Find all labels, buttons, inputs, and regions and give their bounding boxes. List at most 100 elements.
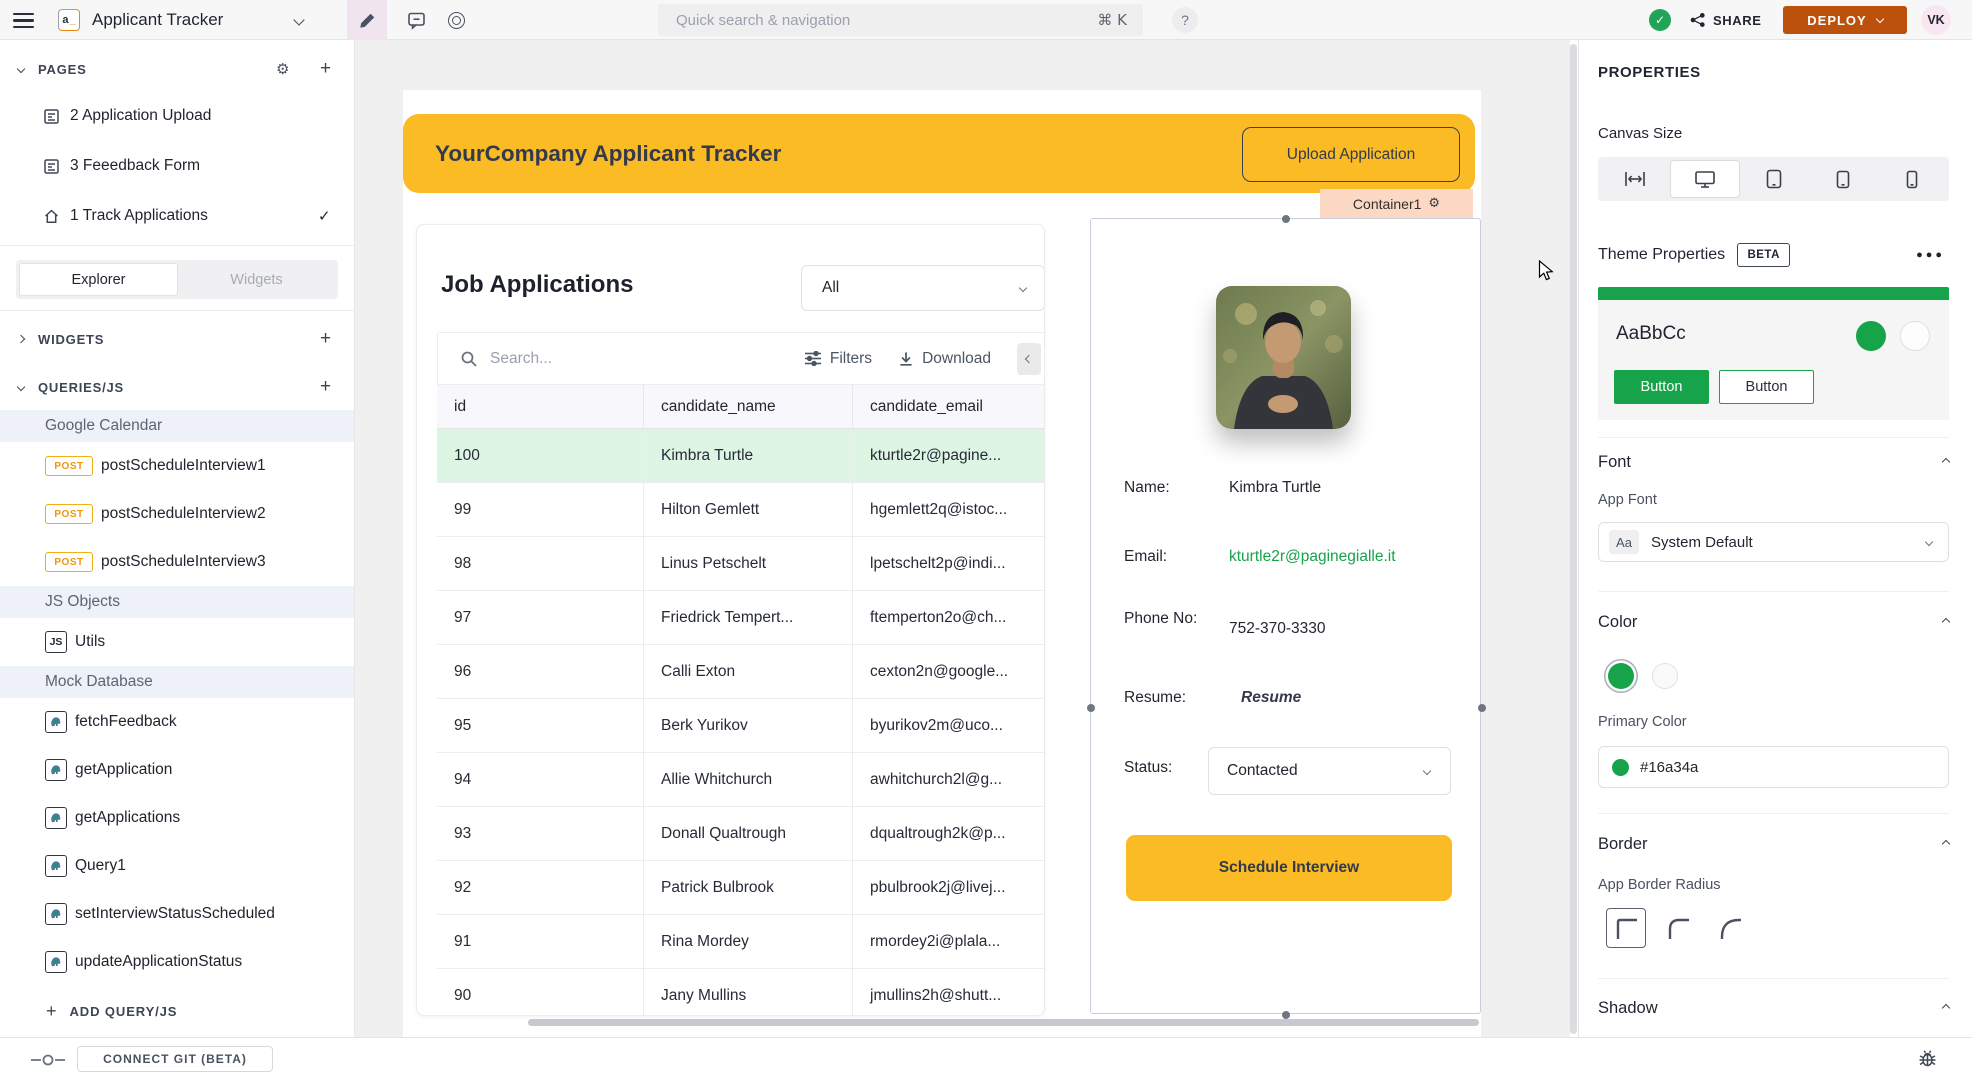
- app-title[interactable]: Applicant Tracker: [92, 0, 223, 40]
- canvas-horizontal-scrollbar[interactable]: [528, 1019, 1479, 1026]
- selected-widget-badge[interactable]: Container1 ⚙: [1320, 189, 1473, 218]
- sidebar-page-item[interactable]: 1 Track Applications ✓: [0, 191, 354, 241]
- sidebar-page-item[interactable]: 2 Application Upload ✓: [0, 91, 354, 141]
- widget-settings-gear-icon[interactable]: ⚙: [1428, 196, 1440, 211]
- deploy-button[interactable]: DEPLOY: [1783, 6, 1907, 34]
- add-query-js-button[interactable]: + ADD QUERY/JS: [0, 986, 354, 1036]
- user-avatar[interactable]: VK: [1921, 5, 1951, 35]
- pages-settings-gear-icon[interactable]: ⚙: [276, 60, 289, 78]
- query-tree-item[interactable]: Mock Database: [0, 666, 354, 698]
- tab-widgets[interactable]: Widgets: [178, 263, 335, 296]
- query-tree-item[interactable]: JS JS Utils: [0, 618, 354, 666]
- status-select[interactable]: Contacted: [1208, 747, 1451, 795]
- primary-color-field[interactable]: #16a34a: [1598, 746, 1949, 788]
- download-button[interactable]: Download: [898, 350, 991, 368]
- header-banner-widget[interactable]: YourCompany Applicant Tracker Upload App…: [403, 114, 1475, 193]
- table-row[interactable]: 96 Calli Exton cexton2n@google...: [437, 645, 1045, 699]
- menu-icon[interactable]: [13, 13, 34, 28]
- table-row[interactable]: 100 Kimbra Turtle kturtle2r@pagine...: [437, 429, 1045, 483]
- color-collapse-chevron-up-icon[interactable]: [1942, 618, 1950, 626]
- table-row[interactable]: 99 Hilton Gemlett hgemlett2q@istoc...: [437, 483, 1045, 537]
- font-collapse-chevron-up-icon[interactable]: [1942, 458, 1950, 466]
- color-section-header[interactable]: Color: [1598, 610, 1949, 634]
- sidebar-page-item[interactable]: 3 Feeedback Form ✓: [0, 141, 354, 191]
- query-tree-item[interactable]: getApplications: [0, 794, 354, 842]
- pages-section-header[interactable]: PAGES ⚙ +: [0, 53, 354, 85]
- canvas-size-tablet-large-button[interactable]: [1740, 160, 1809, 198]
- email-link[interactable]: kturtle2r@paginegialle.it: [1229, 546, 1396, 568]
- query-tree-item[interactable]: updateApplicationStatus: [0, 938, 354, 986]
- resize-handle-left[interactable]: [1087, 704, 1095, 712]
- table-row[interactable]: 97 Friedrick Tempert... ftemperton2o@ch.…: [437, 591, 1045, 645]
- secondary-color-swatch[interactable]: [1652, 663, 1678, 689]
- canvas-vertical-scrollbar[interactable]: [1570, 44, 1577, 1034]
- job-applications-table-widget[interactable]: Job Applications All Filters: [416, 224, 1045, 1016]
- font-section-header[interactable]: Font: [1598, 450, 1949, 474]
- edit-mode-button[interactable]: [347, 0, 387, 40]
- theme-primary-swatch[interactable]: [1856, 321, 1886, 351]
- theme-preview-card[interactable]: AaBbCc Button Button: [1598, 287, 1949, 420]
- canvas-size-fluid-button[interactable]: [1601, 160, 1670, 198]
- pages-chevron-down-icon[interactable]: [17, 65, 25, 73]
- app-title-chevron-down-icon[interactable]: [293, 14, 304, 25]
- query-tree-item[interactable]: Query1: [0, 842, 354, 890]
- table-row[interactable]: 93 Donall Qualtrough dqualtrough2k@p...: [437, 807, 1045, 861]
- queries-section-header[interactable]: QUERIES/JS +: [0, 371, 354, 403]
- table-row[interactable]: 90 Jany Mullins jmullins2h@shutt...: [437, 969, 1045, 1016]
- column-header-candidate-name[interactable]: candidate_name: [644, 385, 853, 428]
- query-tree-item[interactable]: getApplication: [0, 746, 354, 794]
- table-row[interactable]: 92 Patrick Bulbrook pbulbrook2j@livej...: [437, 861, 1045, 915]
- query-tree-item[interactable]: POST POST postScheduleInterview3: [0, 538, 354, 586]
- table-row[interactable]: 91 Rina Mordey rmordey2i@plala...: [437, 915, 1045, 969]
- border-radius-large-button[interactable]: [1710, 908, 1750, 948]
- queries-chevron-down-icon[interactable]: [17, 383, 25, 391]
- table-search-input[interactable]: [490, 350, 804, 368]
- tab-explorer[interactable]: Explorer: [19, 263, 178, 296]
- query-tree-item[interactable]: POST POST postScheduleInterview1: [0, 442, 354, 490]
- canvas-size-mobile-button[interactable]: [1877, 160, 1946, 198]
- editor-canvas[interactable]: YourCompany Applicant Tracker Upload App…: [355, 40, 1570, 1037]
- shadow-collapse-chevron-up-icon[interactable]: [1942, 1004, 1950, 1012]
- primary-color-swatch[interactable]: [1608, 663, 1634, 689]
- table-row[interactable]: 94 Allie Whitchurch awhitchurch2l@g...: [437, 753, 1045, 807]
- schedule-interview-button[interactable]: Schedule Interview: [1126, 835, 1452, 901]
- theme-menu-button[interactable]: ●●●: [1916, 249, 1945, 261]
- upload-application-button[interactable]: Upload Application: [1242, 127, 1460, 182]
- widgets-chevron-right-icon[interactable]: [17, 335, 25, 343]
- column-header-id[interactable]: id: [437, 385, 644, 428]
- app-logo-icon[interactable]: a_: [58, 9, 80, 31]
- query-tree-item[interactable]: Google Calendar: [0, 410, 354, 442]
- quick-search-input[interactable]: [658, 12, 1097, 29]
- add-query-plus-button[interactable]: +: [320, 376, 331, 398]
- quick-search[interactable]: ⌘ K: [658, 4, 1143, 36]
- query-tree-item[interactable]: POST POST postScheduleInterview2: [0, 490, 354, 538]
- add-widget-button[interactable]: +: [320, 328, 331, 350]
- table-row[interactable]: 95 Berk Yurikov byurikov2m@uco...: [437, 699, 1045, 753]
- theme-secondary-swatch[interactable]: [1900, 321, 1930, 351]
- border-section-header[interactable]: Border: [1598, 832, 1949, 856]
- app-font-select[interactable]: Aa System Default: [1598, 522, 1949, 562]
- candidate-photo[interactable]: [1216, 286, 1351, 429]
- connect-git-button[interactable]: CONNECT GIT (BETA): [77, 1046, 273, 1072]
- table-row[interactable]: 98 Linus Petschelt lpetschelt2p@indi...: [437, 537, 1045, 591]
- query-tree-item[interactable]: fetchFeedback: [0, 698, 354, 746]
- widgets-section-header[interactable]: WIDGETS +: [0, 323, 354, 355]
- query-tree-item[interactable]: setInterviewStatusScheduled: [0, 890, 354, 938]
- debug-bug-button[interactable]: [1918, 1049, 1937, 1068]
- border-radius-none-button[interactable]: [1606, 908, 1646, 948]
- query-tree-item[interactable]: JS Objects: [0, 586, 354, 618]
- collapse-panel-button[interactable]: [1017, 343, 1041, 375]
- border-collapse-chevron-up-icon[interactable]: [1942, 840, 1950, 848]
- resize-handle-right[interactable]: [1478, 704, 1486, 712]
- help-button[interactable]: ?: [1172, 7, 1198, 33]
- filters-button[interactable]: Filters: [804, 350, 872, 368]
- comment-mode-button[interactable]: [396, 0, 436, 40]
- border-radius-medium-button[interactable]: [1658, 908, 1698, 948]
- shadow-section-header[interactable]: Shadow: [1598, 996, 1949, 1020]
- resume-link[interactable]: Resume: [1241, 687, 1301, 709]
- share-button[interactable]: SHARE: [1690, 0, 1762, 40]
- resize-handle-top[interactable]: [1282, 215, 1290, 223]
- canvas-size-desktop-button[interactable]: [1670, 160, 1741, 198]
- container1-detail-widget[interactable]: Name: Kimbra Turtle Email: kturtle2r@pag…: [1090, 218, 1481, 1014]
- status-filter-select[interactable]: All: [801, 265, 1045, 311]
